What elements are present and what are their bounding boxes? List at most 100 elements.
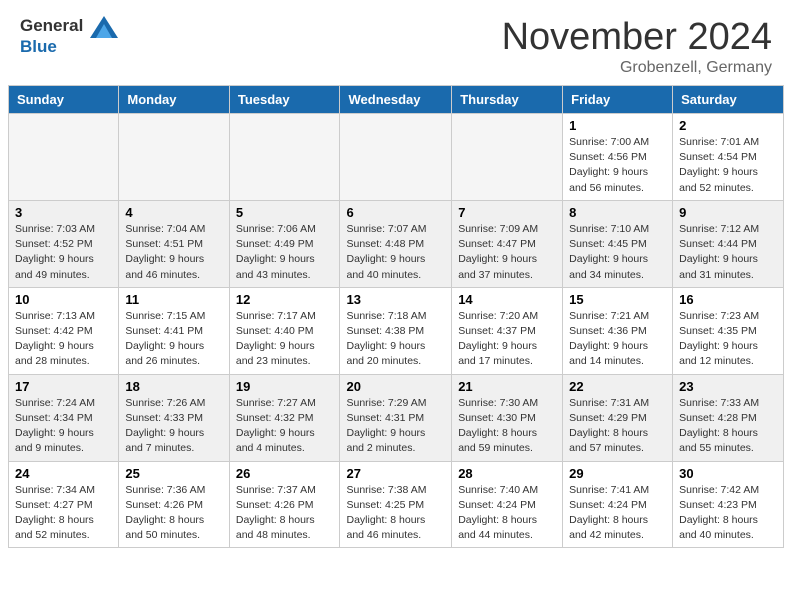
- day-info: Sunrise: 7:38 AM Sunset: 4:25 PM Dayligh…: [346, 483, 445, 544]
- day-cell: 16Sunrise: 7:23 AM Sunset: 4:35 PM Dayli…: [673, 287, 784, 374]
- day-cell: [340, 114, 452, 201]
- day-cell: 18 Sunrise: 7:26 AM Sunset: 4:33 PM Dayli…: [119, 374, 229, 461]
- logo-general: General: [20, 16, 83, 35]
- day-info: Sunrise: 7:24 AM Sunset: 4:34 PM Dayligh…: [15, 396, 112, 457]
- day-number: 4: [125, 205, 222, 220]
- day-cell: 27 Sunrise: 7:38 AM Sunset: 4:25 PM Dayli…: [340, 461, 452, 548]
- day-cell: 3Sunrise: 7:03 AM Sunset: 4:52 PM Daylig…: [9, 200, 119, 287]
- day-cell: [229, 114, 340, 201]
- day-info: Sunrise: 7:33 AM Sunset: 4:28 PM Dayligh…: [679, 396, 777, 457]
- day-info: Sunrise: 7:10 AM Sunset: 4:45 PM Dayligh…: [569, 222, 666, 283]
- page-header: General Blue November 2024 Grobenzell, G…: [0, 0, 792, 85]
- day-info: Sunrise: 7:17 AM Sunset: 4:40 PM Dayligh…: [236, 309, 334, 370]
- day-info: Sunrise: 7:00 AM Sunset: 4:56 PM Dayligh…: [569, 135, 666, 196]
- header-monday: Monday: [119, 86, 229, 114]
- day-cell: 5 Sunrise: 7:06 AM Sunset: 4:49 PM Daylig…: [229, 200, 340, 287]
- day-cell: 14Sunrise: 7:20 AM Sunset: 4:37 PM Dayli…: [452, 287, 563, 374]
- day-info: Sunrise: 7:30 AM Sunset: 4:30 PM Dayligh…: [458, 396, 556, 457]
- day-info: Sunrise: 7:37 AM Sunset: 4:26 PM Dayligh…: [236, 483, 334, 544]
- day-cell: 25 Sunrise: 7:36 AM Sunset: 4:26 PM Dayli…: [119, 461, 229, 548]
- day-number: 1: [569, 118, 666, 133]
- day-info: Sunrise: 7:29 AM Sunset: 4:31 PM Dayligh…: [346, 396, 445, 457]
- day-cell: 23 Sunrise: 7:33 AM Sunset: 4:28 PM Dayli…: [673, 374, 784, 461]
- header-sunday: Sunday: [9, 86, 119, 114]
- day-number: 5: [236, 205, 334, 220]
- header-thursday: Thursday: [452, 86, 563, 114]
- day-cell: [452, 114, 563, 201]
- day-info: Sunrise: 7:36 AM Sunset: 4:26 PM Dayligh…: [125, 483, 222, 544]
- day-number: 28: [458, 466, 556, 481]
- day-cell: 11Sunrise: 7:15 AM Sunset: 4:41 PM Dayli…: [119, 287, 229, 374]
- day-number: 2: [679, 118, 777, 133]
- day-cell: 13 Sunrise: 7:18 AM Sunset: 4:38 PM Dayli…: [340, 287, 452, 374]
- day-number: 22: [569, 379, 666, 394]
- day-cell: 9 Sunrise: 7:12 AM Sunset: 4:44 PM Daylig…: [673, 200, 784, 287]
- logo: General Blue: [20, 16, 120, 57]
- day-cell: 8 Sunrise: 7:10 AM Sunset: 4:45 PM Daylig…: [563, 200, 673, 287]
- day-number: 6: [346, 205, 445, 220]
- day-cell: 24 Sunrise: 7:34 AM Sunset: 4:27 PM Dayli…: [9, 461, 119, 548]
- title-section: November 2024 Grobenzell, Germany: [502, 16, 772, 77]
- day-number: 8: [569, 205, 666, 220]
- day-number: 30: [679, 466, 777, 481]
- header-friday: Friday: [563, 86, 673, 114]
- logo-text: General Blue: [20, 16, 120, 57]
- day-number: 3: [15, 205, 112, 220]
- day-number: 29: [569, 466, 666, 481]
- day-info: Sunrise: 7:13 AM Sunset: 4:42 PM Dayligh…: [15, 309, 112, 370]
- day-number: 27: [346, 466, 445, 481]
- day-number: 7: [458, 205, 556, 220]
- logo-blue: Blue: [20, 37, 57, 56]
- day-number: 24: [15, 466, 112, 481]
- day-number: 13: [346, 292, 445, 307]
- day-info: Sunrise: 7:34 AM Sunset: 4:27 PM Dayligh…: [15, 483, 112, 544]
- day-cell: [119, 114, 229, 201]
- day-number: 10: [15, 292, 112, 307]
- day-info: Sunrise: 7:27 AM Sunset: 4:32 PM Dayligh…: [236, 396, 334, 457]
- day-info: Sunrise: 7:09 AM Sunset: 4:47 PM Dayligh…: [458, 222, 556, 283]
- day-number: 25: [125, 466, 222, 481]
- day-number: 20: [346, 379, 445, 394]
- day-number: 26: [236, 466, 334, 481]
- day-info: Sunrise: 7:04 AM Sunset: 4:51 PM Dayligh…: [125, 222, 222, 283]
- day-number: 23: [679, 379, 777, 394]
- day-info: Sunrise: 7:12 AM Sunset: 4:44 PM Dayligh…: [679, 222, 777, 283]
- header-tuesday: Tuesday: [229, 86, 340, 114]
- day-info: Sunrise: 7:01 AM Sunset: 4:54 PM Dayligh…: [679, 135, 777, 196]
- day-number: 14: [458, 292, 556, 307]
- day-cell: 10 Sunrise: 7:13 AM Sunset: 4:42 PM Dayli…: [9, 287, 119, 374]
- day-info: Sunrise: 7:26 AM Sunset: 4:33 PM Dayligh…: [125, 396, 222, 457]
- header-wednesday: Wednesday: [340, 86, 452, 114]
- day-number: 11: [125, 292, 222, 307]
- day-info: Sunrise: 7:41 AM Sunset: 4:24 PM Dayligh…: [569, 483, 666, 544]
- calendar-table: Sunday Monday Tuesday Wednesday Thursday…: [8, 85, 784, 548]
- logo-icon: [90, 16, 118, 38]
- day-info: Sunrise: 7:42 AM Sunset: 4:23 PM Dayligh…: [679, 483, 777, 544]
- day-number: 18: [125, 379, 222, 394]
- calendar-header: Sunday Monday Tuesday Wednesday Thursday…: [9, 86, 784, 114]
- day-cell: 6 Sunrise: 7:07 AM Sunset: 4:48 PM Daylig…: [340, 200, 452, 287]
- day-cell: 21 Sunrise: 7:30 AM Sunset: 4:30 PM Dayli…: [452, 374, 563, 461]
- day-cell: 4 Sunrise: 7:04 AM Sunset: 4:51 PM Daylig…: [119, 200, 229, 287]
- day-info: Sunrise: 7:21 AM Sunset: 4:36 PM Dayligh…: [569, 309, 666, 370]
- header-saturday: Saturday: [673, 86, 784, 114]
- day-cell: 17Sunrise: 7:24 AM Sunset: 4:34 PM Dayli…: [9, 374, 119, 461]
- day-info: Sunrise: 7:18 AM Sunset: 4:38 PM Dayligh…: [346, 309, 445, 370]
- day-info: Sunrise: 7:06 AM Sunset: 4:49 PM Dayligh…: [236, 222, 334, 283]
- day-number: 12: [236, 292, 334, 307]
- day-cell: 12 Sunrise: 7:17 AM Sunset: 4:40 PM Dayli…: [229, 287, 340, 374]
- page-container: General Blue November 2024 Grobenzell, G…: [0, 0, 792, 556]
- day-number: 19: [236, 379, 334, 394]
- month-title: November 2024: [502, 16, 772, 59]
- calendar-wrapper: Sunday Monday Tuesday Wednesday Thursday…: [0, 85, 792, 556]
- day-cell: 22Sunrise: 7:31 AM Sunset: 4:29 PM Dayli…: [563, 374, 673, 461]
- day-cell: 19 Sunrise: 7:27 AM Sunset: 4:32 PM Dayli…: [229, 374, 340, 461]
- location: Grobenzell, Germany: [502, 59, 772, 77]
- day-cell: 30 Sunrise: 7:42 AM Sunset: 4:23 PM Dayli…: [673, 461, 784, 548]
- day-cell: 1 Sunrise: 7:00 AM Sunset: 4:56 PM Daylig…: [563, 114, 673, 201]
- day-number: 9: [679, 205, 777, 220]
- day-number: 21: [458, 379, 556, 394]
- day-info: Sunrise: 7:07 AM Sunset: 4:48 PM Dayligh…: [346, 222, 445, 283]
- day-cell: 2 Sunrise: 7:01 AM Sunset: 4:54 PM Daylig…: [673, 114, 784, 201]
- day-cell: 26 Sunrise: 7:37 AM Sunset: 4:26 PM Dayli…: [229, 461, 340, 548]
